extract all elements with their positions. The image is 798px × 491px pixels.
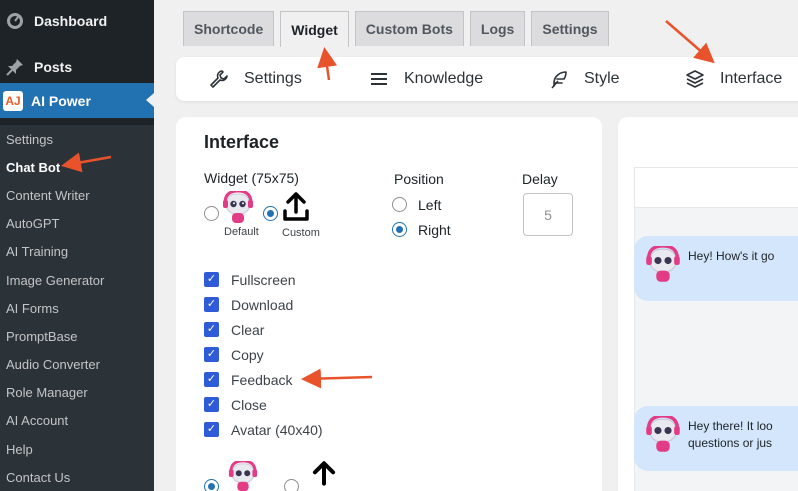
submenu-role-manager[interactable]: Role Manager — [0, 379, 154, 407]
position-right-label: Right — [418, 222, 451, 238]
submenu-promptbase[interactable]: PromptBase — [0, 322, 154, 350]
menu-posts[interactable]: Posts — [0, 46, 72, 88]
delay-label: Delay — [522, 171, 558, 187]
wrench-icon — [208, 68, 230, 90]
panel-title: Interface — [204, 132, 280, 152]
tab-logs[interactable]: Logs — [469, 11, 526, 46]
submenu-autogpt[interactable]: AutoGPT — [0, 210, 154, 238]
ai-power-logo-icon: AJ — [3, 90, 23, 111]
chat-message-1-text: Hey! How's it go — [688, 249, 775, 263]
layers-icon — [684, 68, 706, 90]
menu-ai-power[interactable]: AJ AI Power — [0, 83, 154, 118]
chat-bot-avatar-icon — [646, 244, 680, 289]
position-left-label: Left — [418, 197, 442, 213]
widget-subnav: Settings Knowledge Style Interface — [176, 57, 798, 101]
chat-message-2-text: Hey there! It loo questions or jus — [688, 418, 773, 452]
menu-dashboard[interactable]: Dashboard — [0, 0, 107, 42]
subnav-interface[interactable]: Interface — [684, 57, 782, 101]
subnav-knowledge[interactable]: Knowledge — [368, 57, 483, 101]
submenu-ai-forms[interactable]: AI Forms — [0, 294, 154, 322]
ai-power-submenu: Settings Chat Bot Content Writer AutoGPT… — [0, 125, 154, 491]
submenu-chat-bot[interactable]: Chat Bot — [0, 153, 154, 181]
custom-option-label: Custom — [282, 227, 320, 239]
submenu-contact-us[interactable]: Contact Us — [0, 463, 154, 491]
download-checkbox[interactable]: ✓ — [204, 297, 219, 312]
interface-panel: Interface Widget (75x75) Default Custom … — [176, 117, 602, 491]
chat-message-2-line-1: Hey there! It loo — [688, 419, 773, 433]
menu-dashboard-label: Dashboard — [34, 13, 108, 29]
subnav-settings[interactable]: Settings — [208, 57, 302, 101]
chat-preview-panel: Hey! How's it go Hey there! It loo questi… — [618, 117, 798, 491]
subnav-knowledge-label: Knowledge — [404, 70, 484, 87]
submenu-help[interactable]: Help — [0, 435, 154, 463]
widget-custom-radio[interactable] — [263, 206, 278, 221]
submenu-content-writer[interactable]: Content Writer — [0, 181, 154, 209]
submenu-settings[interactable]: Settings — [0, 125, 154, 153]
delay-input[interactable]: 5 — [523, 193, 573, 236]
subnav-style-label: Style — [584, 70, 620, 87]
dashboard-icon — [6, 12, 24, 30]
subnav-style[interactable]: Style — [548, 57, 620, 101]
nav-tabs: Shortcode Widget Custom Bots Logs Settin… — [183, 11, 615, 47]
download-label: Download — [231, 297, 294, 313]
copy-checkbox[interactable]: ✓ — [204, 347, 219, 362]
avatar-default-radio[interactable] — [204, 479, 219, 491]
chat-bot-avatar-icon — [646, 414, 680, 459]
chat-message-1: Hey! How's it go — [634, 236, 798, 301]
chat-message-2: Hey there! It loo questions or jus — [634, 406, 798, 471]
copy-label: Copy — [231, 347, 264, 363]
avatar-custom-radio[interactable] — [284, 479, 299, 491]
admin-sidebar: Dashboard Posts AJ AI Power Settings Cha… — [0, 0, 154, 491]
submenu-ai-training[interactable]: AI Training — [0, 238, 154, 266]
feedback-label: Feedback — [231, 372, 293, 388]
upload-icon — [282, 192, 310, 227]
clear-label: Clear — [231, 322, 265, 338]
default-option-label: Default — [224, 226, 259, 238]
list-icon — [368, 68, 390, 90]
avatar-checkbox[interactable]: ✓ — [204, 422, 219, 437]
menu-posts-label: Posts — [34, 59, 73, 75]
clear-checkbox[interactable]: ✓ — [204, 322, 219, 337]
fullscreen-checkbox[interactable]: ✓ — [204, 272, 219, 287]
position-left-radio[interactable] — [392, 197, 407, 212]
default-bot-avatar — [223, 189, 253, 230]
close-label: Close — [231, 397, 267, 413]
submenu-image-generator[interactable]: Image Generator — [0, 266, 154, 294]
chat-message-2-line-2: questions or jus — [688, 436, 773, 450]
avatar-bot-icon — [227, 459, 259, 491]
menu-ai-power-label: AI Power — [31, 92, 91, 109]
arrow-to-interface — [665, 20, 715, 64]
avatar-label: Avatar (40x40) — [231, 422, 323, 438]
submenu-ai-account[interactable]: AI Account — [0, 407, 154, 435]
tab-shortcode[interactable]: Shortcode — [183, 11, 275, 46]
close-checkbox[interactable]: ✓ — [204, 397, 219, 412]
widget-size-label: Widget (75x75) — [204, 170, 299, 186]
position-label: Position — [394, 171, 444, 187]
subnav-settings-label: Settings — [244, 70, 302, 87]
fullscreen-label: Fullscreen — [231, 272, 296, 288]
pin-icon — [6, 58, 24, 76]
position-right-radio[interactable] — [392, 222, 407, 237]
tab-custom-bots[interactable]: Custom Bots — [354, 11, 464, 46]
widget-default-radio[interactable] — [204, 206, 219, 221]
tab-widget[interactable]: Widget — [280, 11, 349, 47]
feedback-checkbox[interactable]: ✓ — [204, 372, 219, 387]
avatar-upload-icon — [308, 461, 340, 491]
tab-settings[interactable]: Settings — [531, 11, 609, 46]
chat-preview-header — [634, 167, 798, 207]
current-menu-indicator — [146, 93, 154, 107]
feather-icon — [548, 68, 570, 90]
submenu-audio-converter[interactable]: Audio Converter — [0, 351, 154, 379]
subnav-interface-label: Interface — [720, 70, 783, 87]
